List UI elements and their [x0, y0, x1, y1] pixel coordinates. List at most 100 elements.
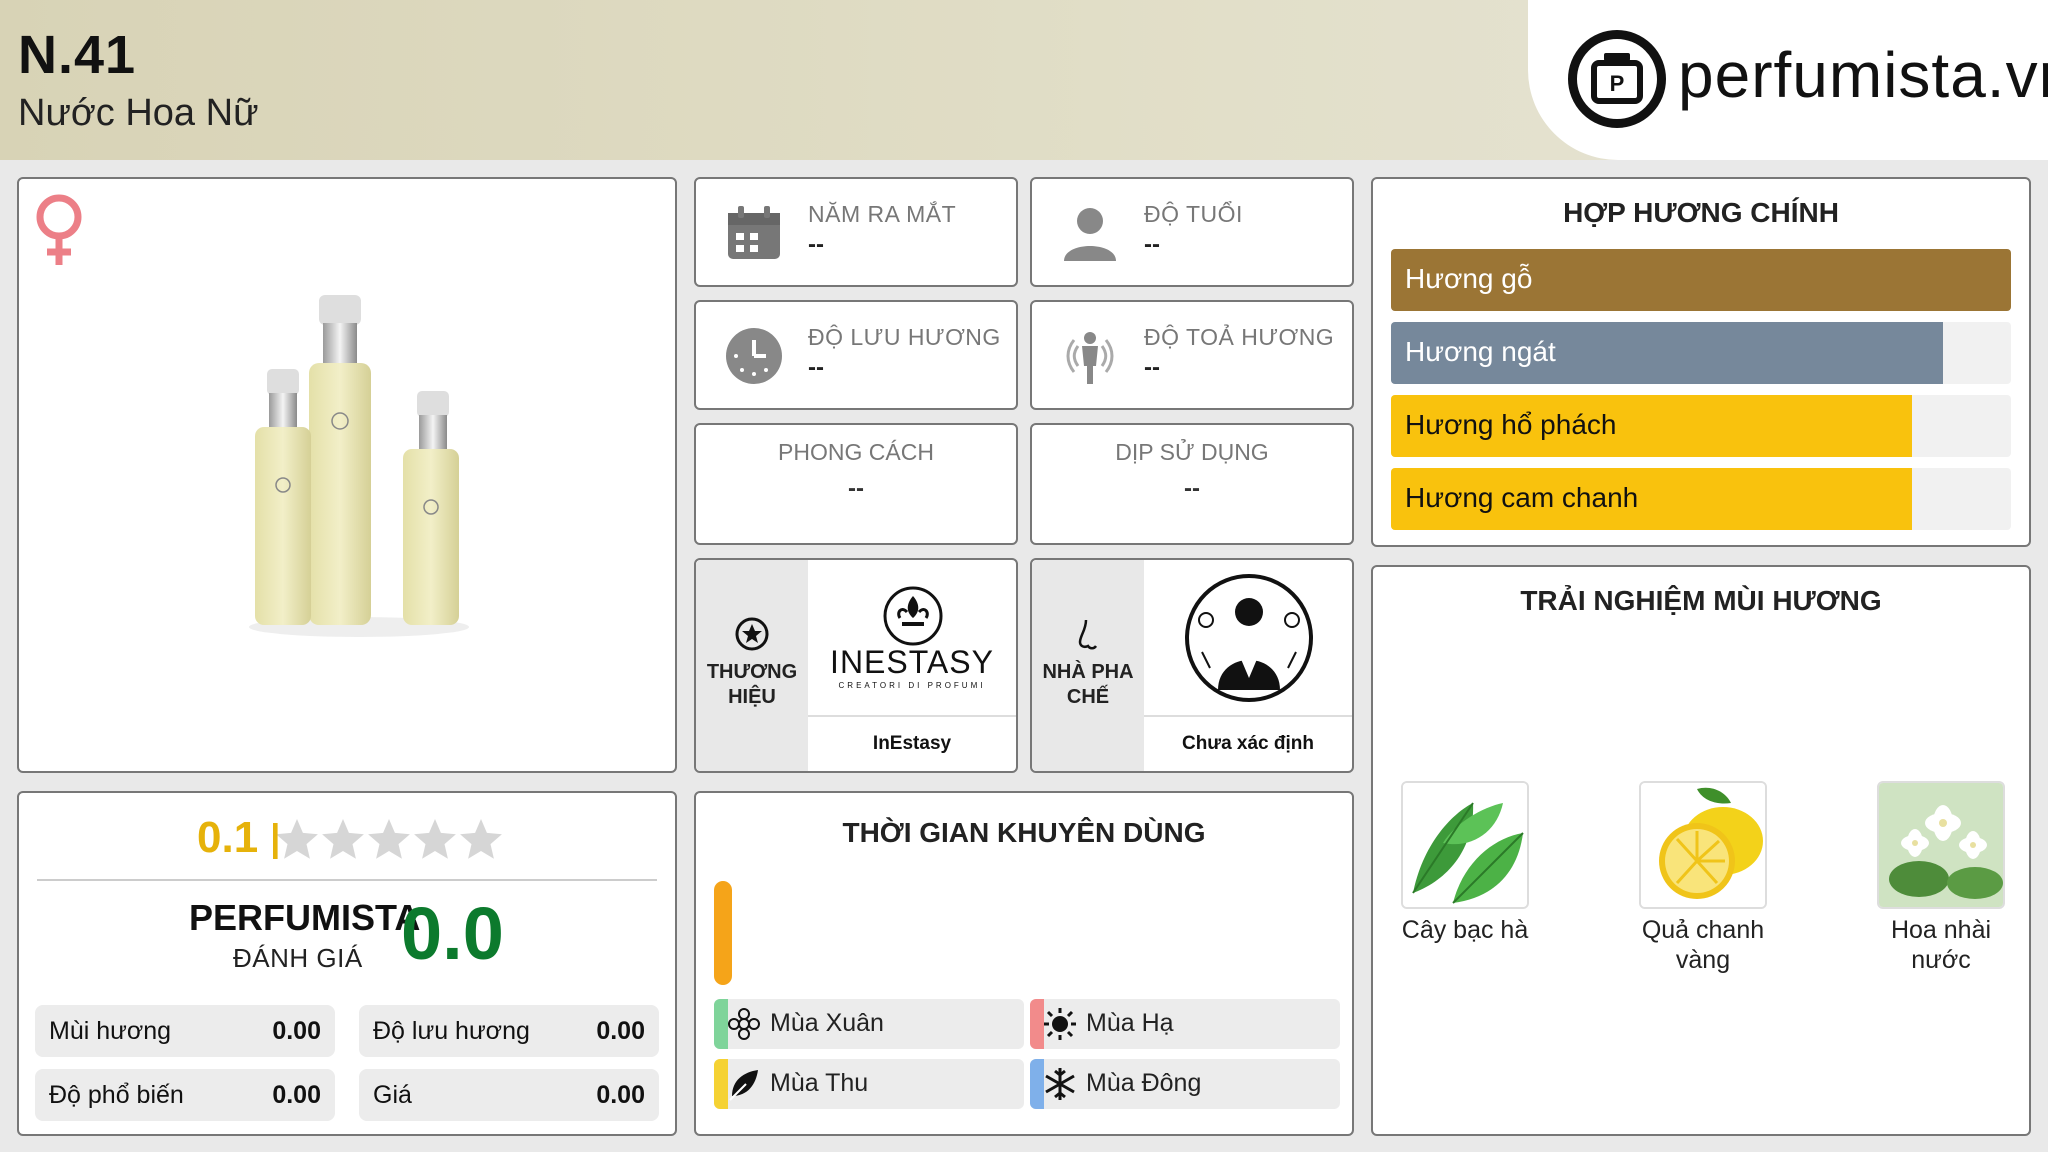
- rating-divider: [37, 879, 657, 881]
- product-image: [239, 289, 479, 654]
- longevity-score-label: Độ lưu hương: [373, 1017, 530, 1045]
- perfumer-name[interactable]: Chưa xác định: [1144, 715, 1352, 771]
- brand-logo-text: INESTASY: [830, 644, 994, 680]
- recommended-time-card: THỜI GIAN KHUYÊN DÙNG Mùa Xuân Mùa Hạ Mù…: [694, 791, 1354, 1136]
- mint-image: [1401, 781, 1529, 909]
- sun-icon: [1042, 1006, 1078, 1047]
- recommended-time-title: THỜI GIAN KHUYÊN DÙNG: [842, 817, 1206, 848]
- price-score-value: 0.00: [596, 1081, 645, 1109]
- star-icon[interactable]: [276, 819, 318, 859]
- release-year-card: NĂM RA MẮT --: [694, 177, 1018, 287]
- star-fill: [273, 823, 278, 859]
- price-score-label: Giá: [373, 1081, 412, 1109]
- nose-icon: [1032, 616, 1144, 657]
- lemon-image: [1639, 781, 1767, 909]
- sillage-card: ĐỘ TOẢ HƯƠNG --: [1030, 300, 1354, 410]
- scent-score-label: Mùi hương: [49, 1017, 172, 1045]
- season-autumn: Mùa Thu: [714, 1059, 1024, 1109]
- brand-label: THƯƠNG HIỆU: [706, 661, 798, 708]
- age-label: ĐỘ TUỔI: [1144, 201, 1243, 227]
- scent-score: Mùi hương 0.00: [35, 1005, 335, 1057]
- style-card: PHONG CÁCH --: [694, 423, 1018, 545]
- season-spring-label: Mùa Xuân: [770, 1009, 884, 1037]
- season-summer-label: Mùa Hạ: [1086, 1009, 1174, 1037]
- logo-text: perfumista.vn: [1678, 39, 2048, 111]
- experience-item-mint[interactable]: Cây bạc hà: [1390, 781, 1540, 945]
- brand-logo: INESTASY CREATORI DI PROFUMI: [808, 560, 1016, 715]
- perfume-title: N.41: [18, 25, 137, 85]
- season-spring: Mùa Xuân: [714, 999, 1024, 1049]
- longevity-card: ĐỘ LƯU HƯƠNG --: [694, 300, 1018, 410]
- snowflake-icon: [1042, 1066, 1078, 1107]
- popularity-score-value: 0.00: [272, 1081, 321, 1109]
- release-year-value: --: [808, 231, 824, 258]
- accord-bar: Hương cam chanh: [1391, 468, 2011, 530]
- experience-item-lemon[interactable]: Quả chanh vàng: [1628, 781, 1778, 975]
- star-icon[interactable]: [322, 819, 364, 859]
- season-winter: Mùa Đông: [1030, 1059, 1340, 1109]
- season-winter-label: Mùa Đông: [1086, 1069, 1202, 1097]
- svg-text:P: P: [1610, 71, 1625, 96]
- star-icon[interactable]: [460, 819, 502, 859]
- longevity-score-value: 0.00: [596, 1017, 645, 1045]
- experience-mint-label: Cây bạc hà: [1401, 916, 1529, 944]
- sillage-label: ĐỘ TOẢ HƯƠNG: [1144, 324, 1335, 350]
- brand-logo-subtext: CREATORI DI PROFUMI: [838, 681, 986, 690]
- scent-score-value: 0.00: [272, 1017, 321, 1045]
- popularity-score: Độ phổ biến 0.00: [35, 1069, 335, 1121]
- flower-icon: [726, 1006, 762, 1047]
- perfume-bottle-logo-icon: P: [1568, 30, 1666, 128]
- user-icon: [1060, 203, 1120, 268]
- site-logo[interactable]: P perfumista.vn: [1528, 0, 2048, 160]
- longevity-value: --: [808, 354, 824, 381]
- occasion-label: DỊP SỬ DỤNG: [1115, 439, 1269, 465]
- rating-stars[interactable]: [273, 815, 513, 870]
- main-accords-title: HỢP HƯƠNG CHÍNH: [1563, 197, 1839, 228]
- star-icon[interactable]: [414, 819, 456, 859]
- leaf-icon: [726, 1066, 762, 1107]
- occasion-card: DỊP SỬ DỤNG --: [1030, 423, 1354, 545]
- star-icon[interactable]: [368, 819, 410, 859]
- scent-experience-title: TRẢI NGHIỆM MÙI HƯƠNG: [1520, 585, 1882, 616]
- perfumista-rating-score: 0.0: [401, 892, 504, 975]
- longevity-score: Độ lưu hương 0.00: [359, 1005, 659, 1057]
- accord-label: Hương hổ phách: [1405, 409, 1617, 440]
- accord-bar: Hương ngát: [1391, 322, 2011, 384]
- main-accords-card: HỢP HƯƠNG CHÍNH Hương gỗ Hương ngát Hương …: [1371, 177, 2031, 547]
- perfumer-label: NHÀ PHA CHẾ: [1042, 661, 1134, 708]
- calendar-icon: [724, 203, 784, 268]
- release-year-label: NĂM RA MẮT: [808, 201, 957, 227]
- brand-name[interactable]: InEstasy: [808, 715, 1016, 771]
- experience-item-jasmine[interactable]: Hoa nhài nước: [1866, 781, 2016, 975]
- accord-label: Hương gỗ: [1405, 263, 1533, 294]
- sillage-value: --: [1144, 354, 1160, 381]
- accord-label: Hương ngát: [1405, 336, 1556, 367]
- longevity-label: ĐỘ LƯU HƯƠNG: [808, 324, 1001, 350]
- accord-bar: Hương gỗ: [1391, 249, 2011, 311]
- price-score: Giá 0.00: [359, 1069, 659, 1121]
- jasmine-image: [1877, 781, 2005, 909]
- season-autumn-label: Mùa Thu: [770, 1069, 869, 1097]
- style-value: --: [848, 475, 864, 502]
- clock-icon: [724, 326, 784, 391]
- product-image-card: [17, 177, 677, 773]
- brand-label-panel: THƯƠNG HIỆU: [696, 560, 808, 771]
- perfumista-rating-label: PERFUMISTA: [189, 897, 421, 938]
- age-value: --: [1144, 231, 1160, 258]
- experience-lemon-label: Quả chanh vàng: [1641, 916, 1765, 974]
- age-card: ĐỘ TUỔI --: [1030, 177, 1354, 287]
- rating-card: 0.1 PERFUMISTA ĐÁNH GIÁ 0.0 Mùi hương 0.…: [17, 791, 677, 1136]
- perfumer-card[interactable]: NHÀ PHA CHẾ Chưa xác định: [1030, 558, 1354, 773]
- header: N.41 Nước Hoa Nữ P perfumista.vn: [0, 0, 2048, 160]
- scent-experience-card: TRẢI NGHIỆM MÙI HƯƠNG Cây bạc hà Quả cha…: [1371, 565, 2031, 1136]
- season-summer: Mùa Hạ: [1030, 999, 1340, 1049]
- popularity-score-label: Độ phổ biến: [49, 1081, 184, 1109]
- brand-card[interactable]: THƯƠNG HIỆU INESTASY CREATORI DI PROFUMI…: [694, 558, 1018, 773]
- accord-bar: Hương hổ phách: [1391, 395, 2011, 457]
- perfume-category: Nước Hoa Nữ: [18, 92, 259, 134]
- sillage-person-icon: [1060, 326, 1120, 391]
- female-icon: [31, 191, 87, 276]
- experience-jasmine-label: Hoa nhài nước: [1890, 916, 1992, 974]
- occasion-value: --: [1184, 475, 1200, 502]
- perfumista-rating-sublabel: ĐÁNH GIÁ: [233, 943, 363, 973]
